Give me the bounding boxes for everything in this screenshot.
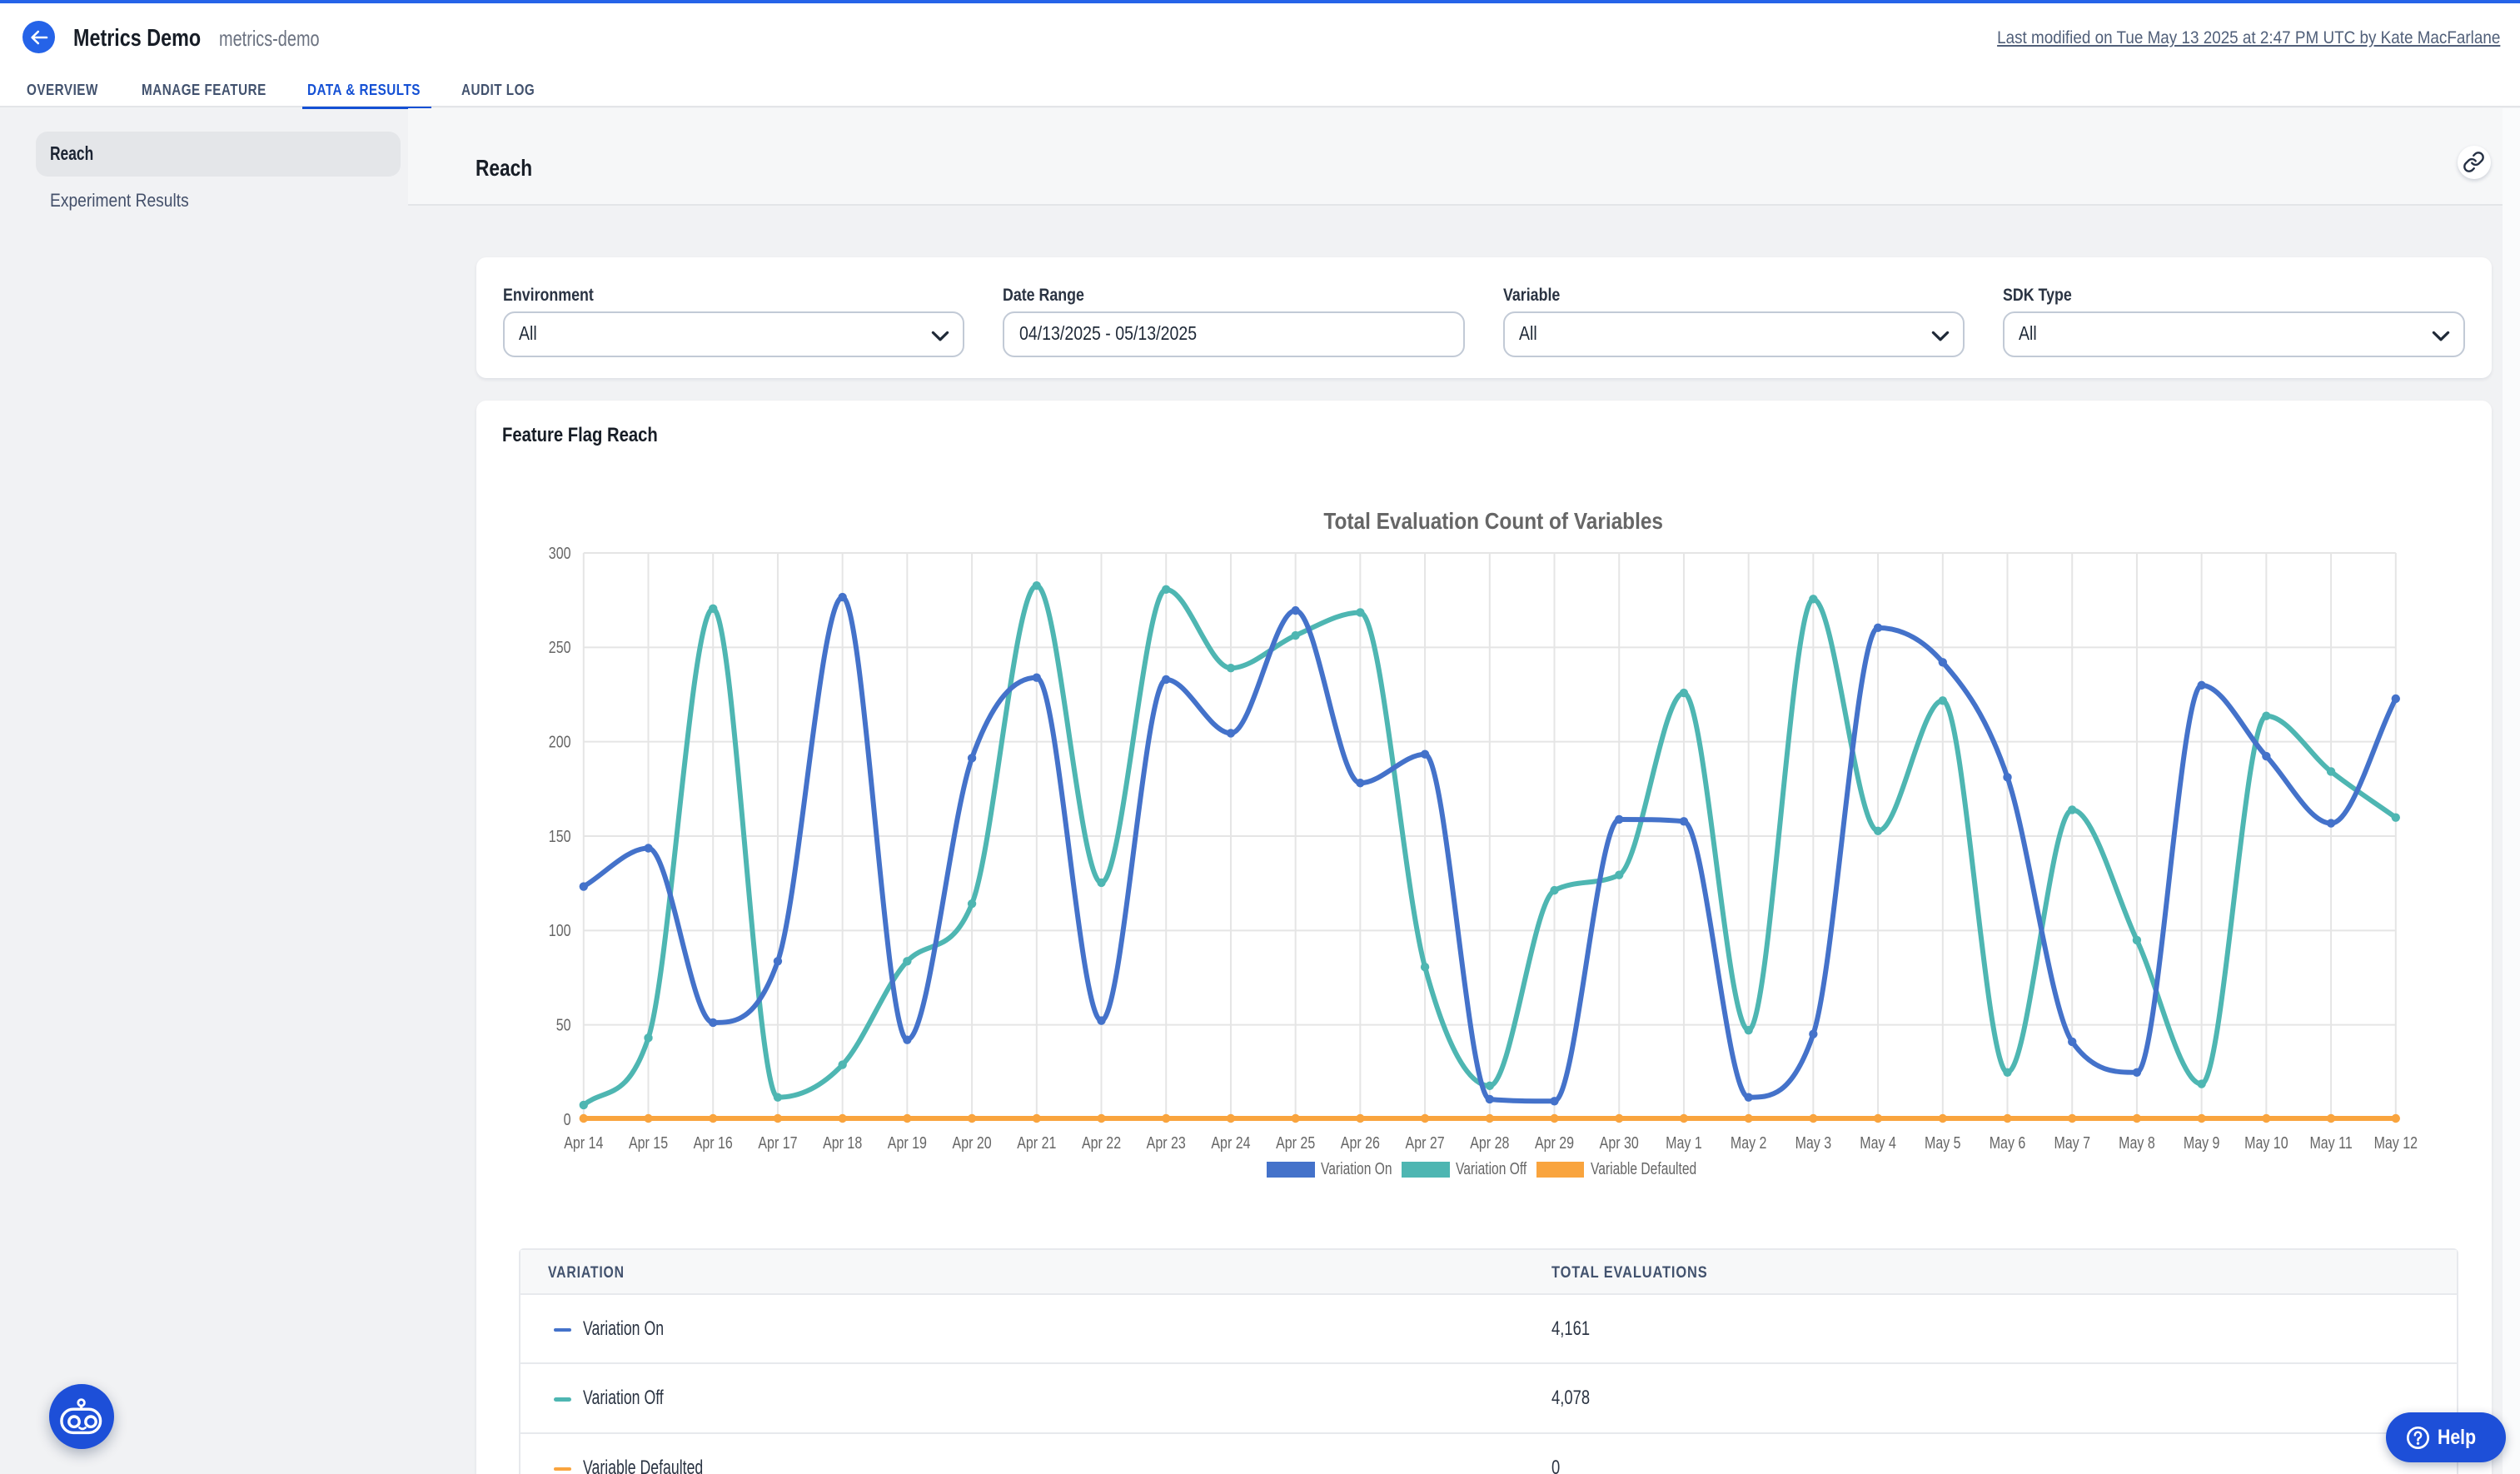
svg-text:May 11: May 11 (2309, 1133, 2352, 1152)
svg-text:May 4: May 4 (1860, 1133, 1896, 1152)
svg-text:Apr 29: Apr 29 (1535, 1133, 1574, 1152)
svg-text:Apr 24: Apr 24 (1211, 1133, 1250, 1152)
svg-text:Total Evaluation Count of Vari: Total Evaluation Count of Variables (1323, 507, 1663, 534)
svg-text:Apr 15: Apr 15 (629, 1133, 668, 1152)
svg-text:250: 250 (549, 638, 571, 656)
svg-text:Apr 26: Apr 26 (1341, 1133, 1380, 1152)
svg-text:Apr 18: Apr 18 (823, 1133, 862, 1152)
svg-text:Apr 14: Apr 14 (564, 1133, 603, 1152)
svg-text:Apr 21: Apr 21 (1017, 1133, 1056, 1152)
svg-text:100: 100 (549, 921, 571, 939)
svg-text:0: 0 (564, 1110, 571, 1128)
svg-text:Apr 28: Apr 28 (1470, 1133, 1509, 1152)
svg-text:May 1: May 1 (1666, 1133, 1702, 1152)
svg-text:Apr 27: Apr 27 (1406, 1133, 1445, 1152)
svg-text:Apr 25: Apr 25 (1276, 1133, 1315, 1152)
svg-text:200: 200 (549, 733, 571, 751)
svg-text:May 12: May 12 (2374, 1133, 2418, 1152)
svg-text:May 2: May 2 (1731, 1133, 1767, 1152)
svg-text:50: 50 (556, 1016, 571, 1034)
svg-text:May 3: May 3 (1795, 1133, 1832, 1152)
svg-text:Apr 22: Apr 22 (1082, 1133, 1121, 1152)
svg-text:May 7: May 7 (2054, 1133, 2090, 1152)
svg-text:May 6: May 6 (1990, 1133, 2026, 1152)
svg-text:Apr 30: Apr 30 (1600, 1133, 1639, 1152)
svg-text:Apr 16: Apr 16 (694, 1133, 733, 1152)
svg-text:Apr 23: Apr 23 (1147, 1133, 1186, 1152)
svg-text:Apr 20: Apr 20 (953, 1133, 992, 1152)
svg-text:Apr 17: Apr 17 (758, 1133, 797, 1152)
svg-text:150: 150 (549, 827, 571, 845)
svg-text:300: 300 (549, 544, 571, 562)
svg-text:May 5: May 5 (1925, 1133, 1961, 1152)
svg-text:May 10: May 10 (2244, 1133, 2288, 1152)
svg-text:Apr 19: Apr 19 (888, 1133, 927, 1152)
svg-text:May 9: May 9 (2184, 1133, 2220, 1152)
svg-text:May 8: May 8 (2119, 1133, 2155, 1152)
